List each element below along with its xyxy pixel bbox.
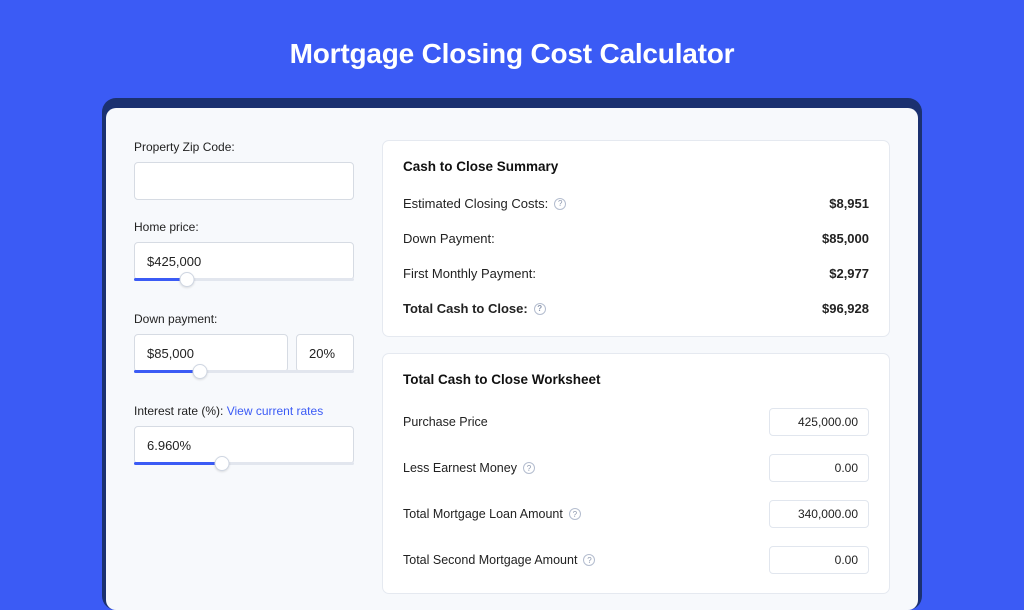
page-title: Mortgage Closing Cost Calculator [0,0,1024,98]
worksheet-row: Total Second Mortgage Amount? [403,537,869,583]
worksheet-row-input[interactable] [769,454,869,482]
home-price-input[interactable] [134,242,354,280]
worksheet-row-label-text: Total Mortgage Loan Amount [403,507,563,521]
worksheet-row-label: Purchase Price [403,415,488,429]
worksheet-panel: Total Cash to Close Worksheet Purchase P… [382,353,890,594]
worksheet-row-input[interactable] [769,408,869,436]
down-payment-pct-input[interactable] [296,334,354,372]
worksheet-row-input[interactable] [769,500,869,528]
summary-row-label-text: Down Payment: [403,231,495,246]
worksheet-rows: Purchase PriceLess Earnest Money?Total M… [403,399,869,583]
summary-row-label: Estimated Closing Costs:? [403,196,566,211]
summary-row-label: First Monthly Payment: [403,266,536,281]
home-price-field: Home price: [134,220,354,292]
summary-title: Cash to Close Summary [403,159,869,174]
summary-row-label-text: First Monthly Payment: [403,266,536,281]
slider-fill [134,370,200,373]
summary-row-value: $96,928 [822,301,869,316]
summary-rows: Estimated Closing Costs:? $8,951 Down Paym… [403,186,869,326]
down-payment-input[interactable] [134,334,288,372]
down-payment-label: Down payment: [134,312,354,326]
worksheet-row: Purchase Price [403,399,869,445]
worksheet-row: Total Mortgage Loan Amount? [403,491,869,537]
view-rates-link[interactable]: View current rates [227,404,324,418]
calculator-card-shadow: Property Zip Code: Home price: Down paym… [102,98,922,610]
slider-thumb[interactable] [179,272,194,287]
interest-rate-input[interactable] [134,426,354,464]
worksheet-row-input[interactable] [769,546,869,574]
zip-label: Property Zip Code: [134,140,354,154]
help-icon[interactable]: ? [583,554,595,566]
worksheet-row-label: Less Earnest Money? [403,461,535,475]
zip-input[interactable] [134,162,354,200]
worksheet-row-label: Total Second Mortgage Amount? [403,553,595,567]
interest-rate-label-text: Interest rate (%): [134,404,227,418]
results-column: Cash to Close Summary Estimated Closing … [382,140,890,610]
help-icon[interactable]: ? [554,198,566,210]
help-icon[interactable]: ? [534,303,546,315]
home-price-label: Home price: [134,220,354,234]
interest-rate-field: Interest rate (%): View current rates [134,404,354,476]
slider-thumb[interactable] [193,364,208,379]
summary-row-label-text: Total Cash to Close: [403,301,528,316]
inputs-column: Property Zip Code: Home price: Down paym… [134,140,354,610]
worksheet-row: Less Earnest Money? [403,445,869,491]
summary-row-value: $2,977 [829,266,869,281]
summary-row-value: $85,000 [822,231,869,246]
down-payment-slider[interactable] [134,370,354,384]
worksheet-row-label-text: Total Second Mortgage Amount [403,553,577,567]
summary-row-label-text: Estimated Closing Costs: [403,196,548,211]
summary-row-value: $8,951 [829,196,869,211]
summary-row: Total Cash to Close:? $96,928 [403,291,869,326]
worksheet-row-label-text: Purchase Price [403,415,488,429]
zip-field: Property Zip Code: [134,140,354,200]
summary-row: Down Payment: $85,000 [403,221,869,256]
summary-row: Estimated Closing Costs:? $8,951 [403,186,869,221]
summary-row-label: Down Payment: [403,231,495,246]
slider-fill [134,462,222,465]
help-icon[interactable]: ? [569,508,581,520]
down-payment-field: Down payment: [134,312,354,384]
worksheet-title: Total Cash to Close Worksheet [403,372,869,387]
home-price-slider[interactable] [134,278,354,292]
interest-rate-slider[interactable] [134,462,354,476]
summary-row-label: Total Cash to Close:? [403,301,546,316]
interest-rate-label: Interest rate (%): View current rates [134,404,354,418]
worksheet-row-label-text: Less Earnest Money [403,461,517,475]
calculator-card: Property Zip Code: Home price: Down paym… [106,108,918,610]
worksheet-row-label: Total Mortgage Loan Amount? [403,507,581,521]
slider-thumb[interactable] [215,456,230,471]
help-icon[interactable]: ? [523,462,535,474]
summary-row: First Monthly Payment: $2,977 [403,256,869,291]
summary-panel: Cash to Close Summary Estimated Closing … [382,140,890,337]
